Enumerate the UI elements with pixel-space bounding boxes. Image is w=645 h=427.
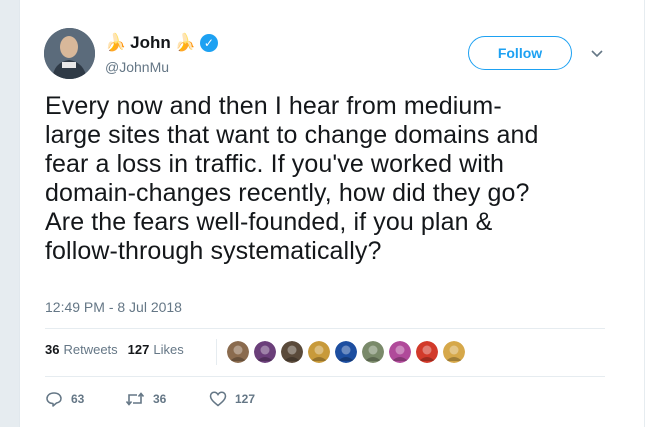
user-name-row[interactable]: 🍌 John 🍌 ✓ bbox=[105, 33, 218, 53]
user-handle[interactable]: @JohnMu bbox=[105, 59, 169, 75]
user-name[interactable]: John bbox=[130, 33, 171, 53]
reply-count: 63 bbox=[71, 392, 85, 406]
heart-icon[interactable] bbox=[209, 390, 227, 408]
likes-count[interactable]: 127 bbox=[128, 342, 150, 357]
likes-label[interactable]: Likes bbox=[153, 342, 183, 357]
retweet-count: 36 bbox=[153, 392, 167, 406]
avatar[interactable] bbox=[44, 28, 95, 79]
reply-action[interactable]: 63 bbox=[45, 390, 115, 408]
tweet-text: Every now and then I hear from medium- l… bbox=[45, 92, 539, 265]
profile-photo-icon bbox=[44, 28, 95, 79]
liker-avatar[interactable] bbox=[254, 341, 276, 363]
liker-avatar[interactable] bbox=[335, 341, 357, 363]
engagement-stats: 36 Retweets 127 Likes bbox=[45, 342, 184, 357]
like-count: 127 bbox=[235, 392, 256, 406]
liker-avatar[interactable] bbox=[227, 341, 249, 363]
liker-avatar[interactable] bbox=[281, 341, 303, 363]
retweet-action[interactable]: 36 bbox=[125, 390, 205, 408]
chevron-down-icon[interactable] bbox=[590, 46, 604, 60]
liker-avatar[interactable] bbox=[362, 341, 384, 363]
retweets-count[interactable]: 36 bbox=[45, 342, 59, 357]
action-bar: 63 36 127 bbox=[45, 390, 255, 408]
liker-avatar[interactable] bbox=[308, 341, 330, 363]
divider bbox=[45, 328, 605, 329]
verified-badge-icon: ✓ bbox=[199, 34, 218, 52]
liker-avatars bbox=[227, 341, 465, 363]
reply-icon[interactable] bbox=[45, 390, 63, 408]
tweet-card: 🍌 John 🍌 ✓ @JohnMu Follow Every now and … bbox=[19, 0, 644, 427]
banana-icon: 🍌 bbox=[174, 32, 196, 53]
like-action[interactable]: 127 bbox=[209, 390, 255, 408]
liker-avatar[interactable] bbox=[389, 341, 411, 363]
divider bbox=[45, 376, 605, 377]
liker-avatar[interactable] bbox=[443, 341, 465, 363]
retweets-label[interactable]: Retweets bbox=[63, 342, 117, 357]
banana-icon: 🍌 bbox=[105, 32, 127, 53]
liker-avatar[interactable] bbox=[416, 341, 438, 363]
tweet-timestamp[interactable]: 12:49 PM - 8 Jul 2018 bbox=[45, 299, 182, 315]
follow-button[interactable]: Follow bbox=[468, 36, 572, 70]
retweet-icon[interactable] bbox=[125, 390, 145, 408]
stats-separator bbox=[216, 339, 217, 365]
